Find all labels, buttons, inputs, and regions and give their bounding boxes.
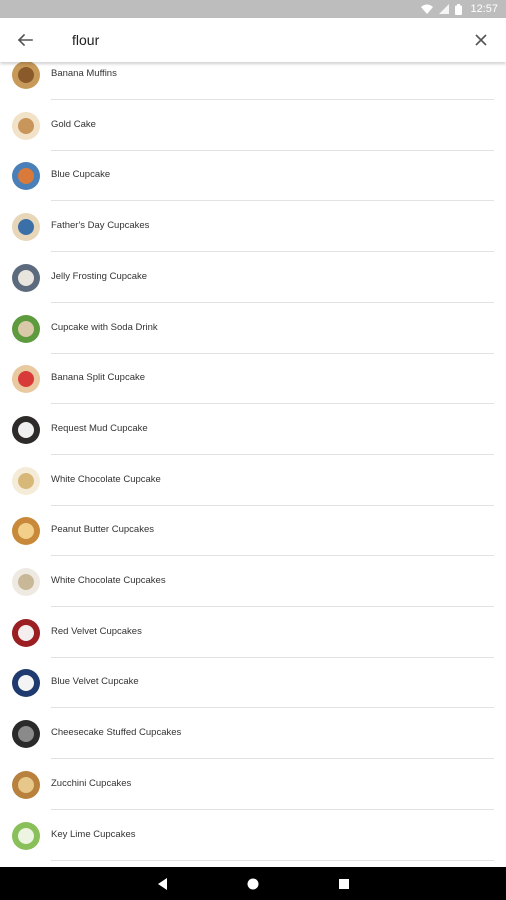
recipe-thumbnail [12,62,40,89]
recipe-title: Gold Cake [51,118,96,130]
signal-icon [439,4,450,14]
row-divider [51,859,494,861]
recipe-thumbnail [12,314,40,343]
recipe-thumbnail [12,263,40,292]
recipe-thumbnail [12,568,40,596]
recipe-title: White Chocolate Cupcake [51,473,161,485]
recipe-thumbnail-detail [18,472,34,489]
recipe-title: Zucchini Cupcakes [51,777,132,789]
recipe-title: Blue Cupcake [51,169,111,181]
recipe-title: Cupcake with Soda Drink [51,321,158,333]
recipe-thumbnail-detail [18,67,34,83]
back-button[interactable] [13,30,37,50]
recipe-row[interactable]: White Chocolate Cupcake [0,456,506,506]
recipe-thumbnail [12,162,40,191]
recipe-row[interactable]: Red Velvet Cupcakes [0,608,506,658]
recipe-thumbnail-detail [18,624,34,641]
recipe-row[interactable]: Cheesecake Stuffed Cupcakes [0,709,506,760]
recipe-thumbnail-detail [18,168,34,185]
nav-back-button[interactable] [155,876,171,892]
recipe-row[interactable]: Father's Day Cupcakes [0,202,506,253]
recipe-thumbnail-detail [18,574,34,590]
recipe-title: Red Velvet Cupcakes [51,625,142,637]
recipe-results-list[interactable]: Banana Muffins Gold Cake Blue Cupcake Fathe… [0,62,506,867]
recipe-title: Cheesecake Stuffed Cupcakes [51,727,182,739]
recipe-thumbnail-detail [18,269,34,286]
recipe-thumbnail [12,466,40,495]
search-toolbar [0,18,506,62]
recipe-thumbnail [12,821,40,850]
recipe-thumbnail-detail [18,523,34,540]
recipe-thumbnail-detail [18,421,34,438]
nav-home-icon [247,878,259,890]
recipe-thumbnail [12,770,40,799]
recipe-thumbnail-detail [18,219,34,236]
close-icon [475,34,487,46]
recipe-thumbnail-detail [18,726,34,743]
recipe-row[interactable]: Banana Split Cupcake [0,354,506,405]
recipe-title: Peanut Butter Cupcakes [51,524,154,536]
recipe-title: Banana Muffins [51,68,117,79]
recipe-row[interactable]: Blue Velvet Cupcake [0,658,506,709]
recipe-thumbnail [12,720,40,749]
recipe-row[interactable]: Key Lime Cupcakes [0,811,506,861]
recipe-title: Jelly Frosting Cupcake [51,270,148,282]
recipe-row[interactable]: Banana Muffins [0,62,506,100]
recipe-thumbnail-detail [18,827,34,844]
status-time: 12:57 [470,3,498,15]
recipe-row[interactable]: Zucchini Cupcakes [0,760,506,810]
status-bar: 12:57 [0,0,506,18]
wifi-icon [421,4,434,14]
recipe-thumbnail-detail [18,776,34,793]
recipe-thumbnail [12,213,40,242]
recipe-thumbnail [12,415,40,444]
recipe-thumbnail [12,618,40,647]
recipe-row[interactable]: Blue Cupcake [0,151,506,202]
recipe-title: Request Mud Cupcake [51,422,148,434]
nav-home-button[interactable] [245,876,261,892]
recipe-title: Banana Split Cupcake [51,372,146,384]
nav-recents-button[interactable] [336,876,352,892]
recipe-thumbnail-detail [18,371,34,388]
recipe-row[interactable]: Request Mud Cupcake [0,405,506,455]
search-input[interactable] [72,28,452,52]
recipe-thumbnail-detail [18,675,34,692]
recipe-thumbnail [12,517,40,546]
recipe-row[interactable]: Peanut Butter Cupcakes [0,506,506,557]
arrow-left-icon [17,33,33,47]
recipe-title: Key Lime Cupcakes [51,828,136,840]
recipe-thumbnail-detail [18,320,34,337]
nav-recents-icon [339,879,349,889]
recipe-row[interactable]: Jelly Frosting Cupcake [0,253,506,303]
recipe-row[interactable]: Gold Cake [0,101,506,151]
recipe-title: White Chocolate Cupcakes [51,575,166,586]
nav-back-icon [158,878,167,890]
recipe-thumbnail [12,111,40,140]
recipe-row[interactable]: White Chocolate Cupcakes [0,557,506,607]
recipe-thumbnail-detail [18,117,34,134]
clear-search-button[interactable] [471,30,491,50]
navigation-bar [0,867,506,900]
recipe-title: Blue Velvet Cupcake [51,676,139,688]
recipe-thumbnail [12,365,40,394]
recipe-row[interactable]: Cupcake with Soda Drink [0,304,506,354]
recipe-title: Father's Day Cupcakes [51,220,150,232]
battery-icon [455,3,463,15]
recipe-thumbnail [12,669,40,698]
